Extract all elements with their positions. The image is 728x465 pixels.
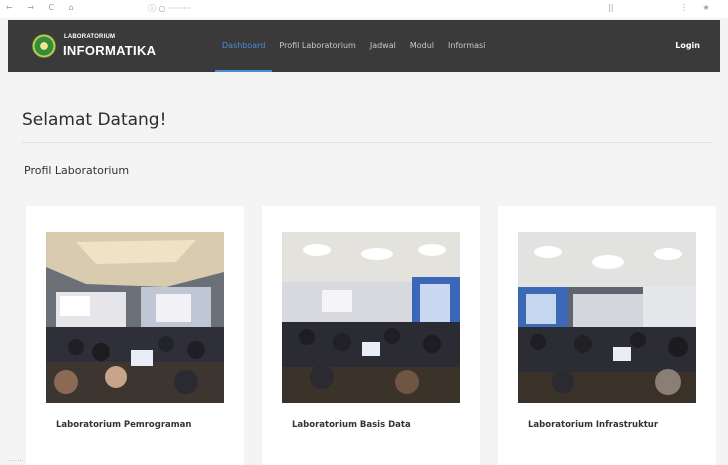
lab-card-title[interactable]: Laboratorium Basis Data	[292, 420, 411, 430]
lab-card-title[interactable]: Laboratorium Infrastruktur	[528, 420, 658, 430]
menu-item-modul[interactable]: Modul	[403, 20, 441, 72]
top-navbar: LABORATORIUM INFORMATIKA Dashboard Profi…	[8, 20, 720, 72]
status-hint: ···· ···	[8, 458, 24, 465]
lab-photo-infrastruktur[interactable]	[518, 232, 696, 403]
menu-item-informasi[interactable]: Informasi	[441, 20, 492, 72]
classroom-photo-image	[46, 232, 224, 403]
browser-toolbar: ← → C ⌂ ⓘ ○ ········· || ⋮ ★	[0, 0, 728, 18]
lab-card-infrastruktur[interactable]: Laboratorium Infrastruktur	[498, 206, 716, 465]
address-bar[interactable]: ⓘ ○ ·········	[148, 3, 191, 14]
classroom-photo-image	[518, 232, 696, 403]
brand-title[interactable]: INFORMATIKA	[63, 43, 156, 58]
page-title: Selamat Datang!	[22, 110, 167, 130]
lab-card-title[interactable]: Laboratorium Pemrograman	[56, 420, 191, 430]
main-menu: Dashboard Profil Laboratorium Jadwal Mod…	[215, 20, 492, 72]
menu-item-profil-laboratorium[interactable]: Profil Laboratorium	[272, 20, 362, 72]
login-button[interactable]: Login	[675, 20, 700, 72]
lab-photo-pemrograman[interactable]	[46, 232, 224, 403]
classroom-photo-image	[282, 232, 460, 403]
menu-item-jadwal[interactable]: Jadwal	[363, 20, 403, 72]
browser-extension-icons[interactable]: ⋮ ★	[680, 3, 716, 12]
title-divider	[22, 142, 712, 143]
section-title: Profil Laboratorium	[24, 164, 130, 177]
lab-card-pemrograman[interactable]: Laboratorium Pemrograman	[26, 206, 244, 465]
lab-emblem-icon[interactable]	[32, 34, 56, 58]
browser-nav-buttons[interactable]: ← → C ⌂	[6, 3, 80, 12]
tab-separator-icon: ||	[608, 3, 614, 12]
brand-subtitle[interactable]: LABORATORIUM	[64, 34, 115, 40]
lab-card-basis-data[interactable]: Laboratorium Basis Data	[262, 206, 480, 465]
lab-photo-basis-data[interactable]	[282, 232, 460, 403]
menu-item-dashboard[interactable]: Dashboard	[215, 20, 273, 72]
